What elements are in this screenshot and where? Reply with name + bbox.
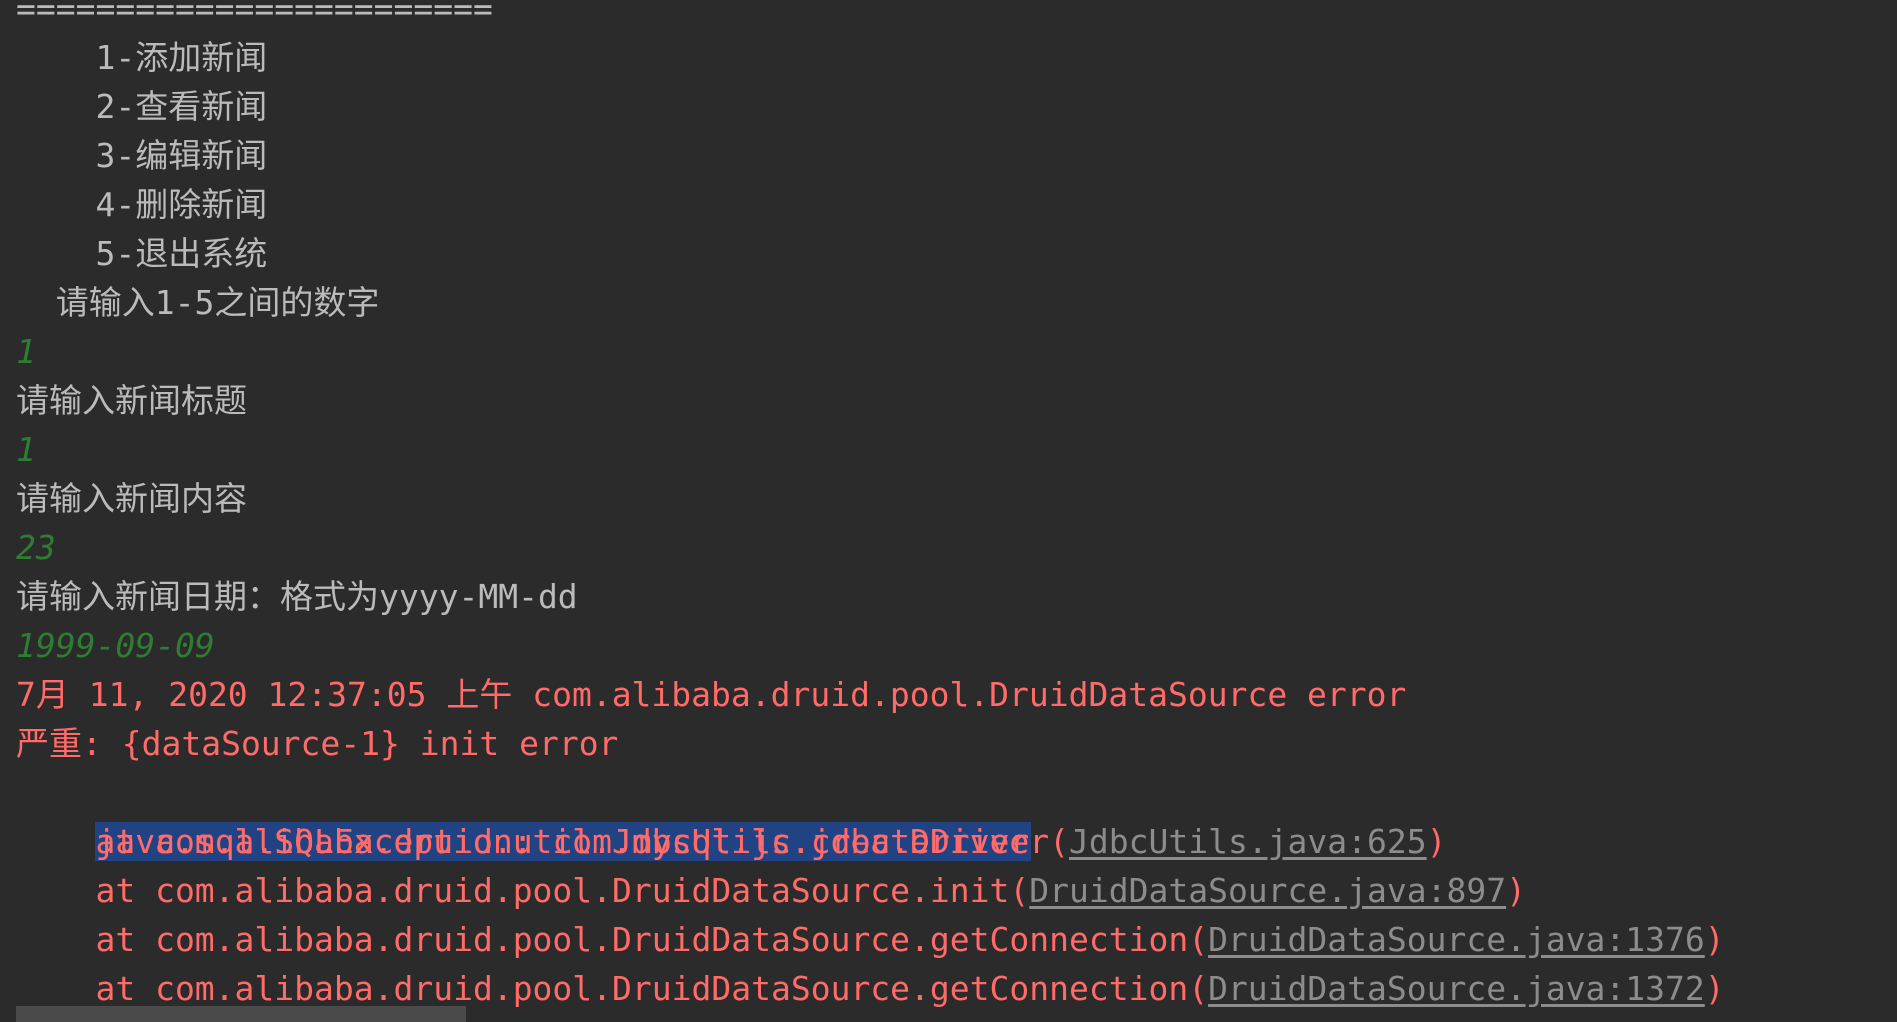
exception-line: java.sql.SQLException: com.mysql.jc.jdbc… bbox=[16, 768, 1032, 861]
menu-item-delete-news: 4-删除新闻 bbox=[16, 185, 268, 224]
source-link[interactable]: DruidDataSource.java:1372 bbox=[1208, 969, 1705, 1008]
user-input-choice: 1 bbox=[16, 332, 36, 371]
source-link[interactable]: DruidDataSource.java:897 bbox=[1029, 871, 1506, 910]
horizontal-scrollbar-thumb[interactable] bbox=[16, 1006, 466, 1022]
menu-item-add-news: 1-添加新闻 bbox=[16, 38, 268, 77]
log-header-line: 7月 11, 2020 12:37:05 上午 com.alibaba.drui… bbox=[16, 675, 1407, 714]
menu-item-exit: 5-退出系统 bbox=[16, 234, 268, 273]
stack-frame-close: ) bbox=[1426, 822, 1447, 861]
stack-frame-close: ) bbox=[1704, 920, 1725, 959]
stack-frame-method: at com.alibaba.druid.pool.DruidDataSourc… bbox=[16, 969, 1209, 1008]
user-input-date: 1999-09-09 bbox=[16, 626, 215, 665]
stack-frame: at com.alibaba.druid.pool.DruidDataSourc… bbox=[16, 866, 1526, 915]
stack-frame-method: at com.alibaba.druid.pool.DruidDataSourc… bbox=[16, 871, 1030, 910]
user-input-content: 23 bbox=[16, 528, 56, 567]
user-input-title: 1 bbox=[16, 430, 36, 469]
stack-frame: at com.alibaba.druid.pool.DruidDataSourc… bbox=[16, 915, 1725, 964]
stack-frame: at com.alibaba.druid.util.JdbcUtils.crea… bbox=[16, 817, 1447, 866]
stack-frame-method: at com.alibaba.druid.pool.DruidDataSourc… bbox=[16, 920, 1209, 959]
menu-item-edit-news: 3-编辑新闻 bbox=[16, 136, 268, 175]
prompt-choice: 请输入1-5之间的数字 bbox=[16, 283, 380, 322]
stack-frame-close: ) bbox=[1506, 871, 1526, 910]
separator-line: ======================== bbox=[16, 0, 493, 28]
console-output[interactable]: ======================== 1-添加新闻 2-查看新闻 3… bbox=[0, 0, 1897, 1022]
menu-item-view-news: 2-查看新闻 bbox=[16, 87, 268, 126]
stack-frame-close: ) bbox=[1704, 969, 1725, 1008]
log-severity-line: 严重: {dataSource-1} init error bbox=[16, 724, 619, 763]
prompt-title: 请输入新闻标题 bbox=[16, 381, 247, 420]
prompt-date: 请输入新闻日期：格式为yyyy-MM-dd bbox=[16, 577, 578, 616]
source-link[interactable]: DruidDataSource.java:1376 bbox=[1208, 920, 1705, 959]
prompt-content: 请输入新闻内容 bbox=[16, 479, 247, 518]
source-link[interactable]: JdbcUtils.java:625 bbox=[1069, 822, 1427, 861]
stack-frame-method: at com.alibaba.druid.util.JdbcUtils.crea… bbox=[16, 822, 1069, 861]
